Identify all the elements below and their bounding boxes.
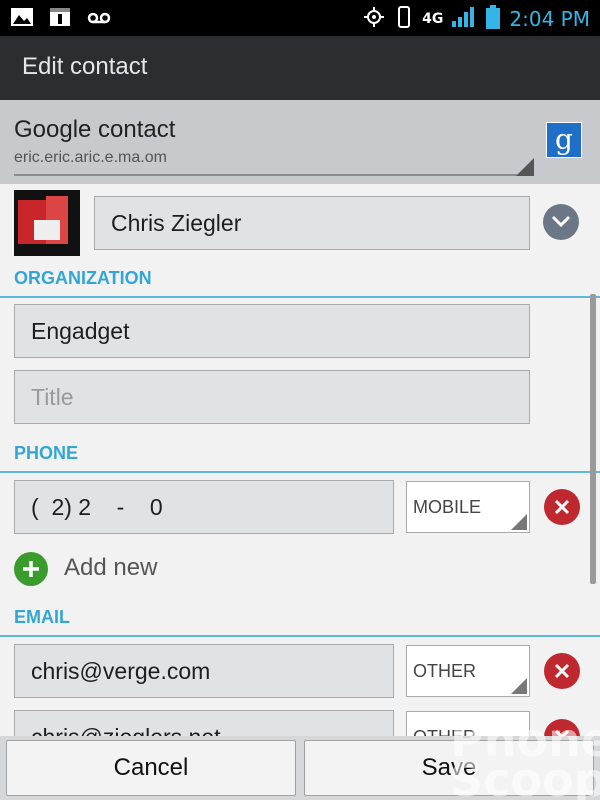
cancel-button[interactable]: Cancel xyxy=(6,740,296,796)
add-icon xyxy=(14,552,48,586)
name-value: Chris Ziegler xyxy=(111,210,242,236)
section-divider xyxy=(0,296,600,298)
email-field[interactable]: chris@verge.com xyxy=(14,644,394,698)
email-type-label: OTHER xyxy=(413,661,476,681)
company-value: Engadget xyxy=(31,318,130,344)
status-bar: 4G 2:04 PM xyxy=(0,0,600,36)
signal-icon xyxy=(451,5,477,33)
account-selector[interactable]: Google contact eric.eric.aric.e.ma.om xyxy=(0,100,600,184)
action-bar: Edit contact xyxy=(0,36,600,100)
add-new-label: Add new xyxy=(64,554,158,581)
job-title-placeholder: Title xyxy=(31,384,74,410)
email-header: EMAIL xyxy=(14,607,70,627)
expand-name-button[interactable] xyxy=(543,204,579,240)
organization-header: ORGANIZATION xyxy=(14,268,152,288)
gps-icon xyxy=(362,5,386,33)
page-title: Edit contact xyxy=(22,53,148,80)
section-divider xyxy=(0,471,600,473)
gallery-icon xyxy=(10,6,38,28)
company-field[interactable]: Engadget xyxy=(14,304,530,358)
vibrate-icon xyxy=(394,4,414,34)
dropdown-corner-icon xyxy=(511,514,527,530)
phone-header: PHONE xyxy=(14,443,79,463)
calendar-icon xyxy=(48,6,76,28)
network-type: 4G xyxy=(422,11,444,27)
clock: 2:04 PM xyxy=(509,7,590,31)
phone-field[interactable]: ( 2) 2 - 0 xyxy=(14,480,394,534)
google-icon: g xyxy=(546,122,582,158)
account-type: Google contact xyxy=(14,116,176,143)
voicemail-icon xyxy=(86,6,114,28)
battery-icon xyxy=(485,4,501,34)
dropdown-corner-icon xyxy=(511,678,527,694)
phone-value: ( 2) 2 - 0 xyxy=(31,494,163,520)
phone-type-select[interactable]: MOBILE xyxy=(406,481,530,533)
email-field[interactable]: chris@zieglers.net xyxy=(14,710,394,736)
avatar[interactable] xyxy=(14,190,80,256)
scrollbar[interactable] xyxy=(590,294,596,584)
remove-email-button[interactable] xyxy=(544,653,580,689)
email-type-select[interactable]: OTHER xyxy=(406,645,530,697)
section-divider xyxy=(0,635,600,637)
phone-type-label: MOBILE xyxy=(413,497,482,517)
email-value: chris@zieglers.net xyxy=(31,724,221,736)
account-divider xyxy=(14,174,534,176)
email-value: chris@verge.com xyxy=(31,658,211,684)
account-email: eric.eric.aric.e.ma.om xyxy=(14,149,167,166)
dropdown-corner-icon xyxy=(516,158,534,176)
watermark: Phone Scoop xyxy=(450,713,600,800)
contact-form: Chris Ziegler ORGANIZATION Engadget Titl… xyxy=(0,184,600,736)
remove-phone-button[interactable] xyxy=(544,489,580,525)
job-title-field[interactable]: Title xyxy=(14,370,530,424)
name-field[interactable]: Chris Ziegler xyxy=(94,196,530,250)
